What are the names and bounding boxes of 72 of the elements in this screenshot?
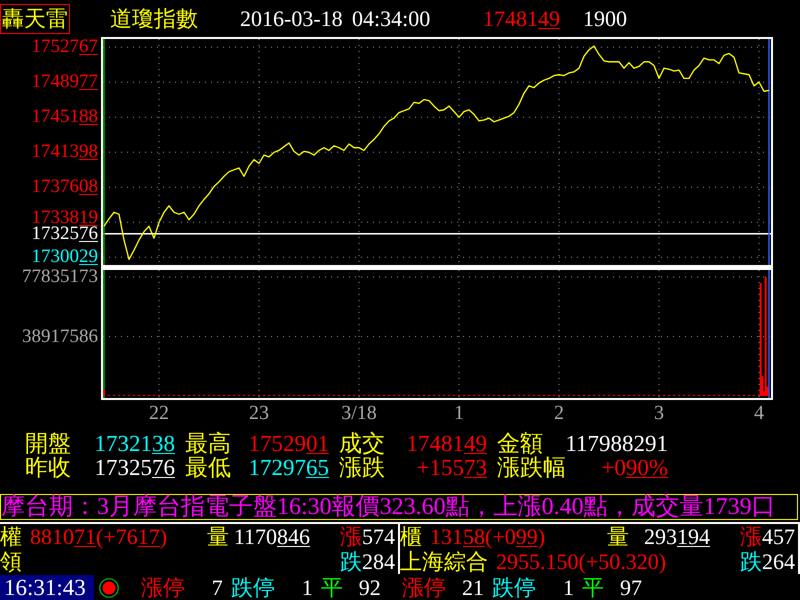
stat-label: 漲跌 xyxy=(339,456,385,480)
stat-value: 1732576 xyxy=(94,456,175,480)
time-axis-label: 1 xyxy=(454,402,464,424)
time-axis-label: 2 xyxy=(554,402,564,424)
time-axis-label: 3 xyxy=(654,402,664,424)
market-label: 權 xyxy=(0,524,22,549)
count-value: 457 xyxy=(762,524,795,549)
stat-label: 昨收 xyxy=(25,456,71,480)
time-axis-label: 4 xyxy=(754,402,764,424)
axis-label: 77835173 xyxy=(22,269,98,286)
count-label: 漲 xyxy=(740,524,762,549)
stat-label: 漲跌幅 xyxy=(497,456,566,480)
count-value: 284 xyxy=(362,549,395,574)
index-value: 2955.150(+50.320) xyxy=(496,549,666,574)
volume-value: 293194 xyxy=(644,524,710,549)
app-title: 轟天雷 xyxy=(0,4,70,34)
count-label: 跌 xyxy=(740,549,762,574)
stat-value: 1752901 xyxy=(248,432,329,456)
stat-value: 117988291 xyxy=(565,432,668,456)
limit-label: 跌停 xyxy=(492,574,536,600)
count-value: 264 xyxy=(762,549,795,574)
index-value: 881071(+7617) xyxy=(30,524,168,549)
axis-label: 1732576 xyxy=(32,226,98,242)
stat-value: 1732138 xyxy=(94,432,175,456)
time-axis-label: 23 xyxy=(249,402,269,424)
market-label: 領 xyxy=(0,549,22,574)
clock-time: 16:31:43 xyxy=(0,575,94,600)
time-axis-label: 22 xyxy=(149,402,169,424)
count-label: 跌 xyxy=(340,549,362,574)
axis-label: 1741398 xyxy=(32,144,98,160)
axis-label: 38917586 xyxy=(22,328,98,344)
stat-label: 最高 xyxy=(185,432,231,456)
market-label: 櫃 xyxy=(400,524,422,549)
axis-label: 1737608 xyxy=(32,179,98,196)
stat-value: 1729765 xyxy=(248,456,329,480)
limit-label: 漲停 xyxy=(402,574,446,600)
stat-value: 1748149 xyxy=(406,432,487,456)
stat-value: +090% xyxy=(601,456,668,480)
axis-label: 1733819 xyxy=(32,210,98,226)
limit-label: 平 xyxy=(320,574,343,600)
count-value: 574 xyxy=(362,524,395,549)
count-label: 漲 xyxy=(340,524,362,549)
index-name: 道瓊指數 xyxy=(110,4,198,32)
axis-label: 1745188 xyxy=(32,109,98,126)
news-ticker: 摩台期：3月摩台指電子盤16:30報價323.60點，上漲0.40點，成交量1739口 xyxy=(0,494,798,520)
limit-value: 7 xyxy=(212,575,223,600)
limit-value: 92 xyxy=(358,575,381,600)
limit-label: 跌停 xyxy=(230,574,275,600)
limit-value: 1 xyxy=(302,575,313,600)
limit-label: 漲停 xyxy=(140,574,185,600)
stat-value: +15573 xyxy=(416,456,487,480)
volume-value: 1170846 xyxy=(234,524,310,549)
time-text: 04:34:00 xyxy=(352,4,430,32)
volume-label: 量 xyxy=(207,524,229,549)
axis-label: 1730029 xyxy=(32,249,98,266)
time-axis-label: 3/18 xyxy=(341,402,377,424)
stat-label: 開盤 xyxy=(25,432,71,456)
volume-label: 量 xyxy=(607,524,629,549)
stat-label: 成交 xyxy=(339,432,385,456)
limit-value: 97 xyxy=(620,575,642,600)
limit-value: 1 xyxy=(563,575,574,600)
stat-label: 最低 xyxy=(185,456,231,480)
date-text: 2016-03-18 xyxy=(240,4,343,32)
axis-label: 1748977 xyxy=(32,74,98,90)
stat-label: 金額 xyxy=(497,432,543,456)
limit-value: 21 xyxy=(462,575,484,600)
axis-label: 1752767 xyxy=(32,39,98,56)
price-value: 1748149 xyxy=(483,4,560,32)
header-value: 1900 xyxy=(583,4,627,32)
limit-label: 平 xyxy=(582,574,604,600)
market-label: 上海綜合 xyxy=(400,549,488,574)
index-value: 13158(+099) xyxy=(430,524,546,549)
